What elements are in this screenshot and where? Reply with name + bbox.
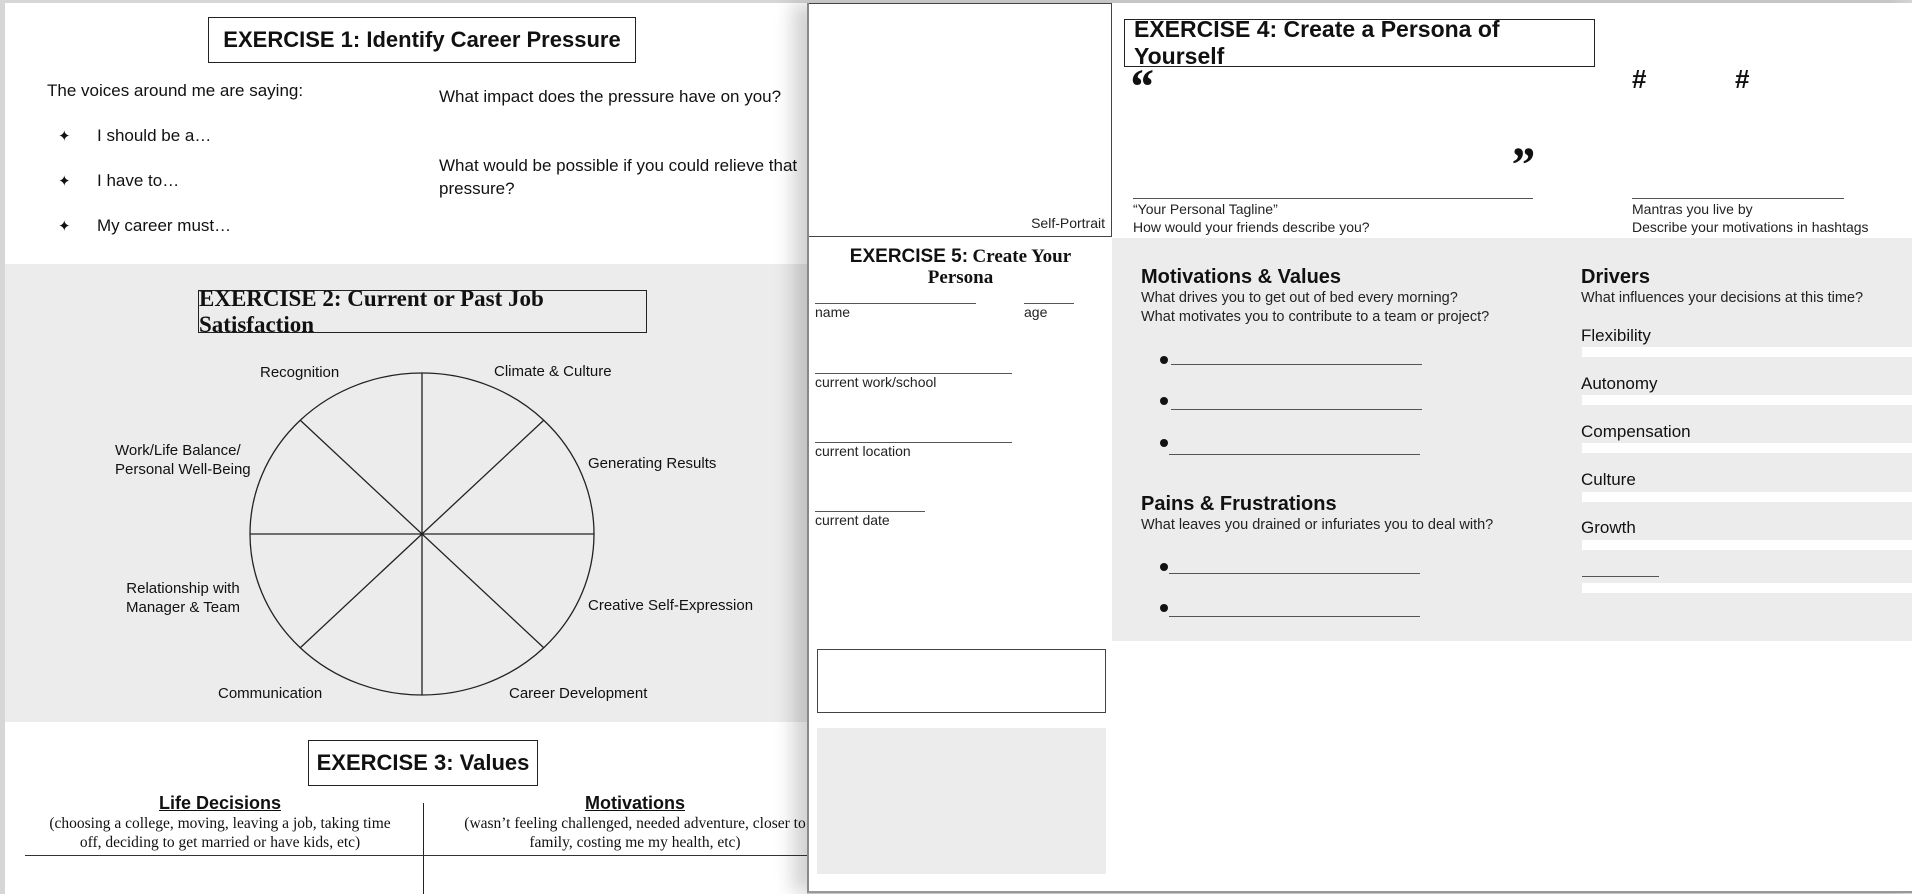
table-header-rule (25, 855, 807, 856)
label-work-life-line1: Work/Life Balance/ (115, 442, 241, 459)
bullet-dot-icon (1160, 604, 1168, 612)
mantras-label: Mantras you live by (1632, 201, 1753, 217)
label-generating-results: Generating Results (588, 455, 717, 472)
pains-q1: What leaves you drained or infuriates yo… (1141, 517, 1494, 533)
driver-growth: Growth (1581, 518, 1636, 537)
motivation-input-line[interactable] (1171, 364, 1422, 365)
label-relationship: Relationship with Manager & Team (126, 579, 240, 617)
right-page: Self-Portrait EXERCISE 4: Create a Perso… (807, 3, 1912, 893)
left-page: EXERCISE 1: Identify Career Pressure The… (5, 3, 807, 894)
self-portrait-box[interactable]: Self-Portrait (809, 3, 1112, 237)
driver-autonomy: Autonomy (1581, 374, 1658, 393)
exercise5-title-rest2: Persona (927, 267, 994, 288)
label-career-development: Career Development (509, 685, 648, 702)
label-recognition: Recognition (260, 364, 340, 381)
persona-input-box[interactable] (817, 649, 1106, 713)
label-relationship-line2: Manager & Team (126, 599, 240, 616)
driver-culture: Culture (1581, 470, 1636, 489)
column-heading: Life Decisions (158, 793, 282, 813)
drivers-subtitle: What influences your decisions at this t… (1581, 290, 1864, 306)
label-climate-culture: Climate & Culture (494, 363, 612, 380)
label-work-life: Work/Life Balance/ Personal Well-Being (115, 441, 251, 479)
open-quote-icon: “ (1128, 58, 1153, 114)
motivation-input-line[interactable] (1169, 454, 1420, 455)
pain-input-line[interactable] (1169, 616, 1420, 617)
column-motivations: Motivations (wasn’t feeling challenged, … (430, 793, 807, 852)
column-hint-line1: (choosing a college, moving, leaving a j… (49, 815, 391, 832)
motivations-q2: What motivates you to contribute to a te… (1141, 309, 1490, 325)
driver-rating-bar[interactable] (1582, 395, 1912, 405)
tagline-label: “Your Personal Tagline” (1133, 201, 1278, 217)
hashtag-icon: # (1735, 64, 1750, 94)
name-label: name (815, 304, 851, 320)
motivations-q1: What drives you to get out of bed every … (1141, 290, 1458, 306)
persona-notes-area[interactable] (817, 728, 1106, 874)
drivers-title: Drivers (1581, 266, 1650, 288)
driver-rating-bar[interactable] (1582, 347, 1912, 357)
bullet-dot-icon (1160, 397, 1168, 405)
custom-driver-input-line[interactable] (1582, 576, 1659, 577)
driver-rating-bar[interactable] (1582, 583, 1912, 593)
column-hint-line2: family, costing me my health, etc) (529, 834, 741, 851)
work-label: current work/school (815, 374, 937, 390)
location-label: current location (815, 443, 911, 459)
motivation-input-line[interactable] (1171, 409, 1422, 410)
driver-compensation: Compensation (1581, 422, 1691, 441)
exercise5-title: EXERCISE 5: Create Your Persona (809, 247, 1112, 289)
age-label: age (1024, 304, 1048, 320)
column-heading: Motivations (584, 793, 685, 813)
column-hint-line2: off, deciding to get married or have kid… (79, 834, 361, 851)
pain-input-line[interactable] (1169, 573, 1420, 574)
bullet-dot-icon (1160, 439, 1168, 447)
driver-rating-bar[interactable] (1582, 492, 1912, 502)
exercise4-title: EXERCISE 4: Create a Persona of Yourself (1124, 16, 1595, 69)
bullet-dot-icon (1160, 563, 1168, 571)
close-quote-icon: ” (1509, 136, 1534, 192)
tagline-input-line[interactable] (1133, 198, 1533, 199)
motivations-title: Motivations & Values (1141, 266, 1342, 288)
label-communication: Communication (218, 685, 323, 702)
self-portrait-label: Self-Portrait (1031, 215, 1105, 231)
exercise5-title-rest: Create Your (972, 246, 1072, 267)
column-hint-line1: (wasn’t feeling challenged, needed adven… (464, 815, 806, 832)
column-divider (423, 803, 424, 894)
bullet-dot-icon (1160, 356, 1168, 364)
tagline-sub: How would your friends describe you? (1133, 219, 1370, 235)
exercise5-title-bold: EXERCISE 5: (849, 246, 969, 267)
mantras-input-line[interactable] (1632, 198, 1844, 199)
driver-rating-bar[interactable] (1582, 540, 1912, 550)
date-label: current date (815, 512, 890, 528)
exercise3-title: EXERCISE 3: Values (308, 740, 538, 786)
driver-rating-bar[interactable] (1582, 443, 1912, 453)
label-relationship-line1: Relationship with (126, 580, 240, 597)
label-work-life-line2: Personal Well-Being (115, 461, 251, 478)
hashtag-icon: # (1632, 64, 1647, 94)
mantras-sub: Describe your motivations in hashtags (1632, 219, 1869, 235)
column-life-decisions: Life Decisions (choosing a college, movi… (15, 793, 425, 852)
pains-title: Pains & Frustrations (1141, 493, 1337, 515)
driver-flexibility: Flexibility (1581, 326, 1651, 345)
label-creative-self-expression: Creative Self-Expression (588, 597, 754, 614)
